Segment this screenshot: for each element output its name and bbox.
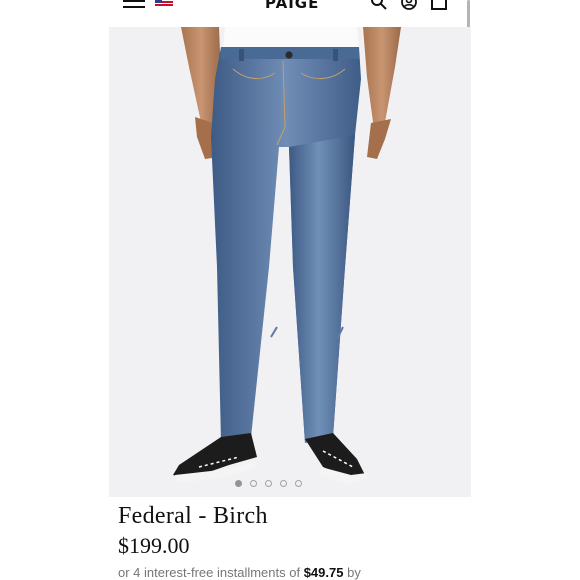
- product-hero-image[interactable]: [109, 27, 471, 497]
- installments-suffix: by: [347, 565, 361, 580]
- phone-screen: PAIGE●: [109, 0, 471, 580]
- hamburger-menu-icon[interactable]: [123, 0, 145, 8]
- top-navigation-bar: PAIGE●: [109, 0, 471, 26]
- carousel-pagination: [235, 478, 302, 488]
- installments-text: or 4 interest-free installments of $49.7…: [118, 565, 361, 580]
- installments-amount: $49.75: [303, 565, 344, 580]
- product-price: $199.00: [118, 533, 190, 558]
- us-flag-icon[interactable]: [155, 0, 173, 7]
- carousel-dot[interactable]: [250, 479, 257, 487]
- installments-prefix: or 4 interest-free installments of: [118, 565, 301, 580]
- cart-icon[interactable]: [429, 0, 449, 10]
- brand-name: PAIGE: [265, 0, 320, 12]
- carousel-dot[interactable]: [280, 479, 287, 487]
- search-icon[interactable]: [369, 0, 389, 10]
- carousel-dot[interactable]: [295, 479, 302, 487]
- brand-logo[interactable]: PAIGE●: [265, 0, 325, 12]
- carousel-dot[interactable]: [235, 479, 242, 487]
- product-title: Federal - Birch: [118, 503, 268, 529]
- carousel-dot[interactable]: [265, 479, 272, 487]
- account-icon[interactable]: [399, 0, 419, 10]
